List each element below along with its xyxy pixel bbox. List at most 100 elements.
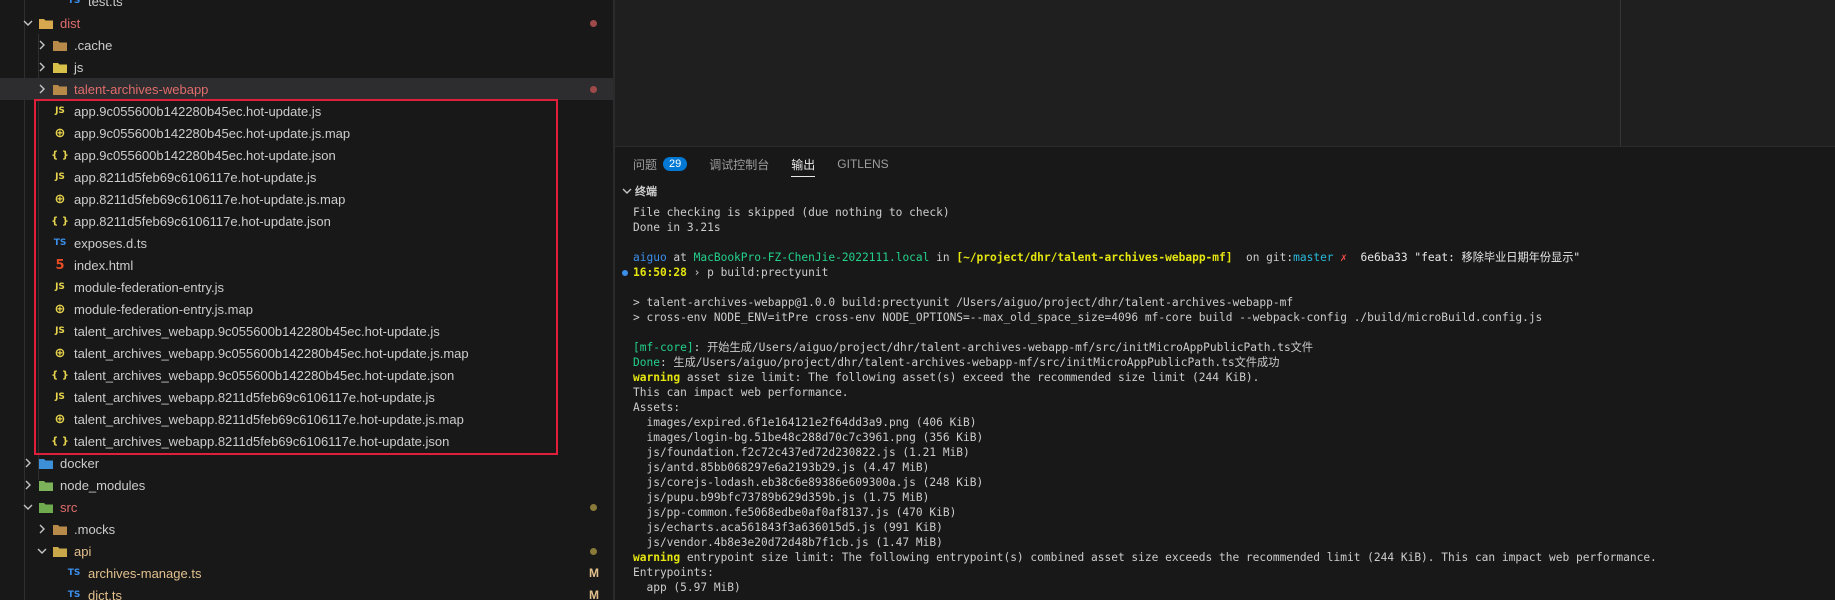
tree-item-label: talent_archives_webapp.8211d5feb69c61061… xyxy=(74,433,450,449)
terminal-line: js/foundation.f2c72c437ed72d230822.js (1… xyxy=(633,445,1823,460)
tree-file-row[interactable]: ⊕ talent_archives_webapp.9c055600b142280b… xyxy=(0,342,613,364)
tree-file-row[interactable]: { } app.9c055600b142280b45ec.hot-update.j… xyxy=(0,144,613,166)
tree-file-row[interactable]: TS test.ts xyxy=(0,0,613,12)
tree-folder-row[interactable]: src xyxy=(0,496,613,518)
tree-item-label: talent_archives_webapp.8211d5feb69c61061… xyxy=(74,411,464,427)
tree-file-row[interactable]: TS exposes.d.ts xyxy=(0,232,613,254)
terminal-segment: images/login-bg.51be48c288d70c7c3961.png… xyxy=(633,431,984,444)
tree-folder-row[interactable]: js xyxy=(0,56,613,78)
chevron-right-icon xyxy=(20,455,36,471)
tree-item-label: talent-archives-webapp xyxy=(74,81,209,97)
terminal-segment: File checking is skipped (due nothing to… xyxy=(633,206,950,219)
terminal-section-header[interactable]: 终端 xyxy=(615,181,1835,201)
tree-file-row[interactable]: { } app.8211d5feb69c6106117e.hot-update.j… xyxy=(0,210,613,232)
tree-folder-row[interactable]: .mocks xyxy=(0,518,613,540)
json-file-icon: { } xyxy=(51,369,69,381)
tree-file-row[interactable]: JS talent_archives_webapp.9c055600b142280… xyxy=(0,320,613,342)
tree-folder-row[interactable]: .cache xyxy=(0,34,613,56)
terminal-line: js/pupu.b99bfc73789b629d359b.js (1.75 Mi… xyxy=(633,490,1823,505)
json-file-icon: { } xyxy=(51,149,69,161)
tree-item-label: app.9c055600b142280b45ec.hot-update.js.m… xyxy=(74,125,351,141)
tab-gitlens[interactable]: GITLENS xyxy=(837,147,888,181)
terminal-segment: Done in 3.21s xyxy=(633,221,721,234)
tab-problems[interactable]: 问题 29 xyxy=(633,147,688,181)
chevron-down-icon xyxy=(34,543,50,559)
git-modified-dot xyxy=(590,19,597,27)
folder-icon xyxy=(52,81,68,97)
tree-folder-row[interactable]: api xyxy=(0,540,613,562)
terminal-segment: app (5.97 MiB) xyxy=(633,581,741,594)
tree-item-label: app.9c055600b142280b45ec.hot-update.json xyxy=(74,147,336,163)
javascript-file-icon: JS xyxy=(55,282,65,292)
tree-folder-row[interactable]: node_modules xyxy=(0,474,613,496)
terminal-segment: aiguo xyxy=(633,251,667,264)
tab-debug-console[interactable]: 调试控制台 xyxy=(709,147,769,181)
terminal-segment: [mf-core] xyxy=(633,341,694,354)
tree-item-label: index.html xyxy=(74,257,134,273)
tab-debug-console-label: 调试控制台 xyxy=(709,157,770,172)
chevron-right-icon xyxy=(34,521,50,537)
tree-file-row[interactable]: JS app.8211d5feb69c6106117e.hot-update.js xyxy=(0,166,613,188)
sourcemap-file-icon: ⊕ xyxy=(54,191,66,207)
terminal-segment: at xyxy=(666,251,694,264)
tree-file-row[interactable]: JS app.9c055600b142280b45ec.hot-update.js xyxy=(0,100,613,122)
typescript-file-icon: TS xyxy=(67,0,81,6)
terminal-output[interactable]: File checking is skipped (due nothing to… xyxy=(622,205,1823,595)
terminal-line: js/antd.85bb068297e6a2193b29.js (4.47 Mi… xyxy=(633,460,1823,475)
terminal-segment: > talent-archives-webapp@1.0.0 build:pre… xyxy=(633,296,1294,309)
terminal-line: warning asset size limit: The following … xyxy=(633,370,1823,385)
javascript-file-icon: JS xyxy=(55,392,65,402)
dist-folder-icon xyxy=(38,15,54,31)
tree-item-label: archives-manage.ts xyxy=(88,565,202,581)
terminal-segment: ✗ xyxy=(1333,251,1348,264)
terminal-line: Assets: xyxy=(633,400,1823,415)
terminal-segment: 6e6ba33 "feat: 移除毕业日期年份显示" xyxy=(1347,251,1581,264)
tree-file-row[interactable]: ⊕ talent_archives_webapp.8211d5feb69c6106… xyxy=(0,408,613,430)
tree-file-row[interactable]: TS dict.ts M xyxy=(0,584,613,600)
node-modules-folder-icon xyxy=(38,477,54,493)
terminal-line: images/expired.6f1e164121e2f64dd3a9.png … xyxy=(633,415,1823,430)
terminal-segment: Assets: xyxy=(633,401,681,414)
src-folder-icon xyxy=(38,499,54,515)
tree-file-row[interactable]: TS archives-manage.ts M xyxy=(0,562,613,584)
terminal-line: Done in 3.21s xyxy=(633,220,1823,235)
terminal-segment: asset size limit: The following asset(s)… xyxy=(680,371,1260,384)
tab-output[interactable]: 输出 xyxy=(791,147,816,181)
chevron-right-icon xyxy=(34,37,50,53)
problems-count-badge: 29 xyxy=(663,157,688,171)
tree-folder-row[interactable]: docker xyxy=(0,452,613,474)
file-explorer: TS test.ts dist .cache js talent-archives-web… xyxy=(0,0,613,600)
tree-file-row[interactable]: { } talent_archives_webapp.8211d5feb69c61… xyxy=(0,430,613,452)
typescript-file-icon: TS xyxy=(67,590,81,600)
tree-item-label: dist xyxy=(60,15,81,31)
tree-folder-row[interactable]: dist xyxy=(0,12,613,34)
terminal-segment: on git: xyxy=(1232,251,1294,264)
javascript-file-icon: JS xyxy=(55,106,65,116)
tree-file-row[interactable]: ⊕ app.9c055600b142280b45ec.hot-update.js.… xyxy=(0,122,613,144)
tree-file-row[interactable]: 5 index.html xyxy=(0,254,613,276)
tab-gitlens-label: GITLENS xyxy=(837,157,889,171)
git-modified-dot xyxy=(590,547,597,555)
typescript-file-icon: TS xyxy=(53,238,67,248)
tree-file-row[interactable]: { } talent_archives_webapp.9c055600b14228… xyxy=(0,364,613,386)
tree-item-label: js xyxy=(74,59,84,75)
tree-file-row[interactable]: JS talent_archives_webapp.8211d5feb69c610… xyxy=(0,386,613,408)
git-status-badge: M xyxy=(589,566,599,580)
terminal-segment: MacBookPro-FZ-ChenJie-2022111.local xyxy=(693,251,930,264)
tree-file-row[interactable]: ⊕ module-federation-entry.js.map xyxy=(0,298,613,320)
tree-file-row[interactable]: JS module-federation-entry.js xyxy=(0,276,613,298)
folder-icon xyxy=(52,521,68,537)
tree-item-label: app.8211d5feb69c6106117e.hot-update.js.m… xyxy=(74,191,346,207)
terminal-line: images/login-bg.51be48c288d70c7c3961.png… xyxy=(633,430,1823,445)
terminal-line: app (5.97 MiB) xyxy=(633,580,1823,595)
tree-file-row[interactable]: ⊕ app.8211d5feb69c6106117e.hot-update.js.… xyxy=(0,188,613,210)
tree-folder-row[interactable]: talent-archives-webapp xyxy=(0,78,613,100)
